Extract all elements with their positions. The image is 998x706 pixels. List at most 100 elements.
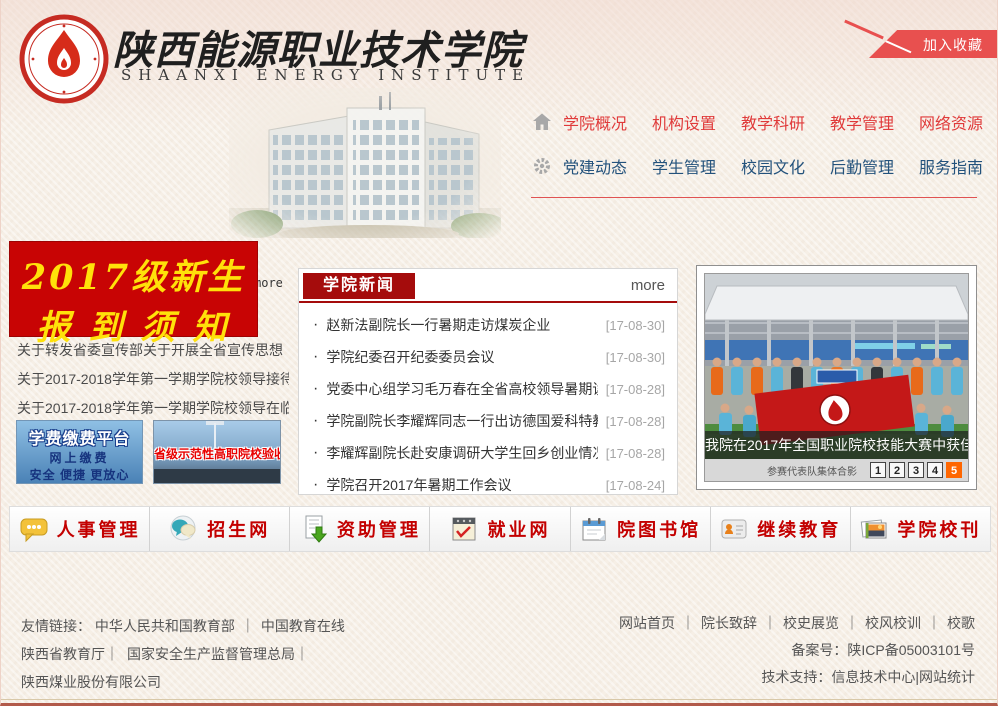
nav-item-student-management[interactable]: 学生管理	[652, 154, 716, 178]
freshmen-notice-banner[interactable]: 2017级新生 报到须知	[9, 241, 258, 337]
footer-link-history[interactable]: 校史展览	[783, 615, 839, 631]
tech-support-label: 技术支持：信息技术中心	[761, 669, 915, 685]
news-panel-title: 学院新闻	[303, 273, 415, 299]
separator: ｜	[839, 615, 865, 631]
notice-item[interactable]: 关于转发省委宣传部关于开展全省宣传思想	[17, 336, 289, 365]
footer-link-president-speech[interactable]: 院长致辞	[701, 615, 757, 631]
footer: 友情链接： 中华人民共和国教育部｜中国教育在线 陕西省教育厅｜国家安全生产监督管…	[1, 600, 997, 700]
service-college-journal[interactable]: 学院校刊	[851, 507, 990, 551]
freshmen-banner-line1: 2017级新生	[9, 249, 258, 300]
carousel-caption: 我院在2017年全国职业院校技能大赛中获佳绩	[705, 431, 968, 459]
news-item[interactable]: · 学院纪委召开纪委委员会议 [17-08-30]	[299, 341, 677, 373]
photo-stack-icon	[859, 515, 889, 543]
home-icon	[531, 112, 553, 132]
notice-item[interactable]: 关于2017-2018学年第一学期学院校领导在临	[17, 394, 289, 423]
footer-tech-support: 技术支持：信息技术中心|网站统计	[619, 664, 975, 691]
news-item-date: [17-08-30]	[606, 350, 665, 365]
news-item-date: [17-08-30]	[606, 318, 665, 333]
footer-link-shaanxi-edu[interactable]: 陕西省教育厅	[21, 646, 105, 662]
separator: ｜	[921, 615, 947, 631]
separator: ｜	[675, 615, 701, 631]
service-admissions[interactable]: 招生网	[150, 507, 290, 551]
news-item-title: 李耀辉副院长赴安康调研大学生回乡创业情况	[326, 443, 597, 463]
service-label: 就业网	[487, 516, 550, 542]
footer-line-1: 友情链接： 中华人民共和国教育部｜中国教育在线	[21, 612, 345, 640]
bullet-icon: ·	[313, 412, 318, 430]
carousel-page-4[interactable]: 4	[927, 462, 943, 478]
footer-link-anthem[interactable]: 校歌	[947, 615, 975, 631]
speech-bubble-icon	[19, 515, 49, 543]
news-item[interactable]: · 学院副院长李耀辉同志一行出访德国爱科特教育.. [17-08-28]	[299, 405, 677, 437]
footer-link-saws[interactable]: 国家安全生产监督管理总局	[127, 646, 295, 662]
news-item-title: 党委中心组学习毛万春在全省高校领导暑期读书..	[326, 379, 597, 399]
footer-link-home[interactable]: 网站首页	[619, 615, 675, 631]
carousel-slide[interactable]: 我院在2017年全国职业院校技能大赛中获佳绩 参赛代表队集体合影 1 2 3 4…	[704, 273, 969, 482]
tuition-banner-title: 学费缴费平台	[17, 425, 142, 449]
carousel-page-1[interactable]: 1	[870, 462, 886, 478]
news-item-date: [17-08-28]	[606, 446, 665, 461]
footer-link-moe[interactable]: 中华人民共和国教育部	[95, 618, 235, 634]
separator: ｜	[235, 618, 261, 634]
service-continuing-education[interactable]: 继续教育	[711, 507, 851, 551]
chat-bubbles-icon	[169, 515, 199, 543]
photo-carousel: 我院在2017年全国职业院校技能大赛中获佳绩 参赛代表队集体合影 1 2 3 4…	[696, 265, 977, 490]
notice-item[interactable]: 关于2017-2018学年第一学期学院校领导接待	[17, 365, 289, 394]
carousel-page-5-active[interactable]: 5	[946, 462, 962, 478]
footer-icp-number: 备案号：陕ICP备05003101号	[619, 637, 975, 664]
add-to-favorites-label: 加入收藏	[923, 35, 983, 55]
gear-icon	[531, 156, 553, 176]
service-label: 人事管理	[57, 516, 141, 542]
separator: ｜	[295, 646, 309, 662]
bullet-icon: ·	[313, 348, 318, 366]
notices-more-link[interactable]: more	[254, 276, 283, 290]
news-item[interactable]: · 党委中心组学习毛万春在全省高校领导暑期读书.. [17-08-28]	[299, 373, 677, 405]
friend-links-label: 友情链接：	[21, 618, 91, 634]
news-item[interactable]: · 赵新法副院长一行暑期走访煤炭企业 [17-08-30]	[299, 309, 677, 341]
contact-card-icon	[719, 515, 749, 543]
nav-item-teaching-management[interactable]: 教学管理	[830, 110, 894, 134]
bullet-icon: ·	[313, 476, 318, 494]
nav-item-service-guide[interactable]: 服务指南	[919, 154, 983, 178]
notice-list: 关于转发省委宣传部关于开展全省宣传思想 关于2017-2018学年第一学期学院校…	[17, 336, 289, 423]
notepad-check-icon	[449, 515, 479, 543]
nav-item-college-overview[interactable]: 学院概况	[563, 110, 627, 134]
service-employment[interactable]: 就业网	[430, 507, 570, 551]
separator: ｜	[757, 615, 783, 631]
nav-item-logistics[interactable]: 后勤管理	[830, 154, 894, 178]
nav-item-party-building[interactable]: 党建动态	[563, 154, 627, 178]
news-more-link[interactable]: more	[631, 277, 665, 294]
carousel-pagination-strip: 参赛代表队集体合影 1 2 3 4 5	[705, 459, 968, 481]
shaanxi-energy-institute-homepage: 陕西能源职业技术学院 SHAANXI ENERGY INSTITUTE 加入收藏	[0, 0, 998, 706]
demo-banner-title: 省级示范性高职院校验收	[154, 445, 280, 462]
nav-item-campus-culture[interactable]: 校园文化	[741, 154, 805, 178]
news-item[interactable]: · 学院召开2017年暑期工作会议 [17-08-24]	[299, 469, 677, 501]
nav-item-network-resources[interactable]: 网络资源	[919, 110, 983, 134]
news-item[interactable]: · 李耀辉副院长赴安康调研大学生回乡创业情况 [17-08-28]	[299, 437, 677, 469]
service-financial-aid[interactable]: 资助管理	[290, 507, 430, 551]
footer-link-motto[interactable]: 校风校训	[865, 615, 921, 631]
calendar-icon	[579, 515, 609, 543]
nav-item-organization[interactable]: 机构设置	[652, 110, 716, 134]
bullet-icon: ·	[313, 380, 318, 398]
service-hr-management[interactable]: 人事管理	[10, 507, 150, 551]
footer-link-shaanxi-coal[interactable]: 陕西煤业股份有限公司	[21, 674, 161, 690]
banner-ground-shape	[154, 469, 280, 483]
news-item-date: [17-08-24]	[606, 478, 665, 493]
nav-row-top: 学院概况 机构设置 教学科研 教学管理 网络资源	[531, 104, 983, 140]
provincial-demo-banner[interactable]: 省级示范性高职院校验收	[153, 420, 281, 484]
nav-item-teaching-research[interactable]: 教学科研	[741, 110, 805, 134]
news-panel-header: 学院新闻 more	[299, 269, 677, 303]
footer-bottom-line	[1, 699, 997, 700]
carousel-subcaption: 参赛代表队集体合影	[767, 463, 857, 478]
carousel-page-3[interactable]: 3	[908, 462, 924, 478]
news-item-date: [17-08-28]	[606, 414, 665, 429]
tuition-banner-sub1: 网上缴费	[17, 449, 142, 466]
footer-link-site-stats[interactable]: 网站统计	[919, 669, 975, 685]
news-item-date: [17-08-28]	[606, 382, 665, 397]
footer-link-eol[interactable]: 中国教育在线	[261, 618, 345, 634]
news-item-title: 学院副院长李耀辉同志一行出访德国爱科特教育..	[326, 411, 597, 431]
carousel-page-2[interactable]: 2	[889, 462, 905, 478]
tuition-payment-banner[interactable]: 学费缴费平台 网上缴费 安全 便捷 更放心	[16, 420, 143, 484]
footer-line-3: 陕西煤业股份有限公司	[21, 668, 345, 696]
service-library[interactable]: 院图书馆	[571, 507, 711, 551]
